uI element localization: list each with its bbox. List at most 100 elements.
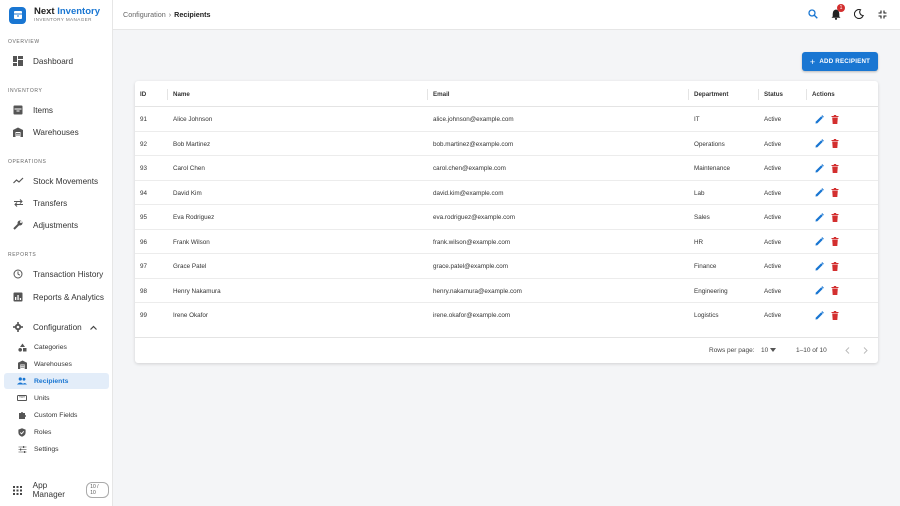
table-row[interactable]: 99 Irene Okafor irene.okafor@example.com Lo… [135, 303, 878, 327]
table-row[interactable]: 92 Bob Martinez bob.martinez@example.com Op… [135, 132, 878, 156]
edit-icon[interactable] [814, 188, 824, 198]
nav-reports-analytics[interactable]: Reports & Analytics [4, 288, 109, 306]
nav-items[interactable]: Items [4, 101, 109, 119]
table-row[interactable]: 95 Eva Rodriguez eva.rodriguez@example.com… [135, 205, 878, 230]
table-row[interactable]: 98 Henry Nakamura henry.nakamura@example.c… [135, 279, 878, 303]
cell-id: 99 [140, 312, 148, 319]
section-operations: OPERATIONS [8, 159, 47, 165]
delete-icon[interactable] [830, 114, 840, 124]
wrench-icon [12, 219, 24, 231]
nav-warehouses[interactable]: Warehouses [4, 123, 109, 141]
edit-icon[interactable] [814, 310, 824, 320]
table-row[interactable]: 96 Frank Wilson frank.wilson@example.com HR… [135, 230, 878, 254]
nav-adjustments-label: Adjustments [33, 220, 79, 230]
header-id[interactable]: ID [140, 91, 146, 98]
table-header: ID Name Email Department Status Actions [135, 81, 878, 107]
delete-icon[interactable] [830, 163, 840, 173]
cell-department: Maintenance [694, 165, 731, 172]
recipients-table: ID Name Email Department Status Actions … [135, 81, 878, 363]
delete-icon[interactable] [830, 261, 840, 271]
nav-config-warehouses[interactable]: Warehouses [4, 356, 109, 372]
cell-id: 97 [140, 263, 148, 270]
previous-page-icon[interactable] [845, 347, 850, 356]
nav-config-warehouses-label: Warehouses [34, 360, 72, 368]
app-manager-button[interactable]: App Manager 10 / 10 [4, 481, 109, 499]
cell-id: 94 [140, 189, 148, 197]
bar-chart-icon [12, 291, 24, 303]
rows-per-page-value: 10 [761, 347, 769, 354]
table-row[interactable]: 94 David Kim david.kim@example.com Lab Activ… [135, 181, 878, 205]
header-status[interactable]: Status [764, 91, 783, 98]
delete-icon[interactable] [830, 310, 840, 320]
delete-icon[interactable] [830, 139, 840, 149]
breadcrumb-configuration[interactable]: Configuration [123, 10, 166, 19]
table-row[interactable]: 91 Alice Johnson alice.johnson@example.com… [135, 107, 878, 132]
delete-icon[interactable] [830, 188, 840, 198]
nav-roles[interactable]: Roles [4, 424, 109, 440]
edit-icon[interactable] [814, 286, 824, 296]
column-divider[interactable] [806, 89, 807, 100]
cell-department: HR [694, 238, 704, 246]
edit-icon[interactable] [814, 163, 824, 173]
column-divider[interactable] [688, 89, 689, 100]
section-overview: OVERVIEW [8, 39, 40, 45]
cell-email: bob.martinez@example.com [433, 140, 514, 148]
edit-icon[interactable] [814, 237, 824, 247]
puzzle-icon [17, 410, 27, 420]
edit-icon[interactable] [814, 139, 824, 149]
nav-transaction-history[interactable]: Transaction History [4, 265, 109, 283]
cell-department: Operations [694, 140, 725, 148]
dark-mode-icon[interactable] [853, 7, 865, 21]
nav-transfers[interactable]: Transfers [4, 194, 109, 212]
delete-icon[interactable] [830, 237, 840, 247]
rows-per-page-select[interactable]: 10 [761, 347, 777, 354]
header-name[interactable]: Name [173, 91, 190, 98]
cell-status: Active [764, 189, 782, 197]
cell-status: Active [764, 165, 782, 172]
edit-icon[interactable] [814, 212, 824, 222]
column-divider[interactable] [427, 89, 428, 100]
cell-status: Active [764, 116, 782, 123]
cell-status: Active [764, 287, 782, 295]
edit-icon[interactable] [814, 114, 824, 124]
brand[interactable]: Next Inventory INVENTORY MANAGER [0, 0, 112, 30]
cell-email: grace.patel@example.com [433, 263, 508, 270]
header-actions: Actions [812, 91, 835, 98]
nav-custom-fields[interactable]: Custom Fields [4, 407, 109, 423]
inventory-logo-icon [9, 6, 26, 24]
header-department[interactable]: Department [694, 91, 728, 98]
cell-email: alice.johnson@example.com [433, 116, 514, 123]
add-recipient-button[interactable]: + ADD RECIPIENT [802, 52, 878, 71]
nav-configuration[interactable]: Configuration [4, 318, 109, 336]
cell-department: Logistics [694, 312, 719, 319]
shield-icon [17, 427, 27, 437]
delete-icon[interactable] [830, 212, 840, 222]
cell-department: Sales [694, 214, 710, 221]
nav-units[interactable]: Units [4, 390, 109, 406]
search-icon[interactable] [807, 7, 819, 21]
topbar: Configuration › Recipients 1 [113, 0, 900, 30]
table-row[interactable]: 93 Carol Chen carol.chen@example.com Mainte… [135, 156, 878, 181]
nav-categories-label: Categories [34, 343, 67, 351]
column-divider[interactable] [758, 89, 759, 100]
fullscreen-icon[interactable] [876, 7, 888, 21]
nav-settings[interactable]: Settings [4, 441, 109, 457]
nav-categories[interactable]: Categories [4, 339, 109, 355]
nav-recipients[interactable]: Recipients [4, 373, 109, 389]
edit-icon[interactable] [814, 261, 824, 271]
nav-dashboard[interactable]: Dashboard [4, 52, 109, 70]
breadcrumb: Configuration › Recipients [123, 10, 211, 19]
cell-name: Alice Johnson [173, 116, 213, 123]
nav-recipients-label: Recipients [34, 377, 69, 385]
delete-icon[interactable] [830, 286, 840, 296]
next-page-icon[interactable] [863, 347, 868, 356]
header-email[interactable]: Email [433, 91, 450, 98]
cell-department: Finance [694, 263, 717, 270]
gear-icon [12, 321, 24, 333]
nav-adjustments[interactable]: Adjustments [4, 216, 109, 234]
notifications-icon[interactable]: 1 [830, 4, 845, 21]
cell-name: Carol Chen [173, 165, 205, 172]
column-divider[interactable] [167, 89, 168, 100]
nav-stock-movements[interactable]: Stock Movements [4, 172, 109, 190]
table-row[interactable]: 97 Grace Patel grace.patel@example.com Fina… [135, 254, 878, 279]
